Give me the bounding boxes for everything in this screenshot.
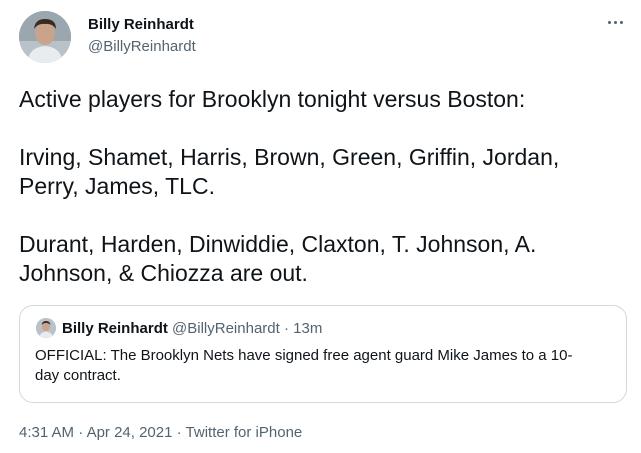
- author-avatar[interactable]: [19, 11, 71, 63]
- tweet-metadata: 4:31 AM · Apr 24, 2021 · Twitter for iPh…: [19, 424, 302, 441]
- separator-dot: ·: [279, 320, 294, 337]
- quoted-tweet-header: Billy Reinhardt @BillyReinhardt · 13m: [62, 320, 322, 337]
- more-dot: [607, 20, 611, 24]
- tweet-date[interactable]: Apr 24, 2021: [87, 424, 173, 441]
- quoted-text-line: OFFICIAL: The Brooklyn Nets have signed …: [35, 347, 573, 364]
- avatar-photo-icon: [19, 11, 71, 63]
- tweet-text-line: Irving, Shamet, Harris, Brown, Green, Gr…: [19, 144, 560, 170]
- avatar-photo-icon: [36, 318, 56, 338]
- separator-dot: ·: [172, 424, 186, 441]
- quoted-text-line: day contract.: [35, 367, 121, 384]
- quoted-author-handle: @BillyReinhardt: [172, 320, 280, 337]
- tweet-source[interactable]: Twitter for iPhone: [186, 424, 303, 441]
- tweet-text-line: Active players for Brooklyn tonight vers…: [19, 86, 526, 112]
- author-display-name[interactable]: Billy Reinhardt: [88, 16, 194, 33]
- tweet-time[interactable]: 4:31 AM: [19, 424, 74, 441]
- quoted-tweet-text: OFFICIAL: The Brooklyn Nets have signed …: [35, 346, 615, 386]
- tweet-text: Active players for Brooklyn tonight vers…: [19, 85, 629, 288]
- tweet-text-line: Durant, Harden, Dinwiddie, Claxton, T. J…: [19, 231, 537, 257]
- tweet-text-line: Johnson, & Chiozza are out.: [19, 260, 308, 286]
- more-dot: [619, 20, 623, 24]
- more-options-icon[interactable]: [603, 12, 627, 32]
- separator-dot: ·: [74, 424, 87, 441]
- author-handle[interactable]: @BillyReinhardt: [88, 38, 196, 55]
- quoted-tweet-time: 13m: [293, 320, 323, 337]
- quoted-tweet[interactable]: Billy Reinhardt @BillyReinhardt · 13m OF…: [19, 305, 627, 403]
- tweet-text-line: Perry, James, TLC.: [19, 173, 215, 199]
- quoted-author-name: Billy Reinhardt: [62, 320, 168, 337]
- tweet-card: Billy Reinhardt @BillyReinhardt Active p…: [0, 0, 641, 453]
- quoted-author-avatar: [36, 318, 56, 338]
- more-dot: [613, 20, 617, 24]
